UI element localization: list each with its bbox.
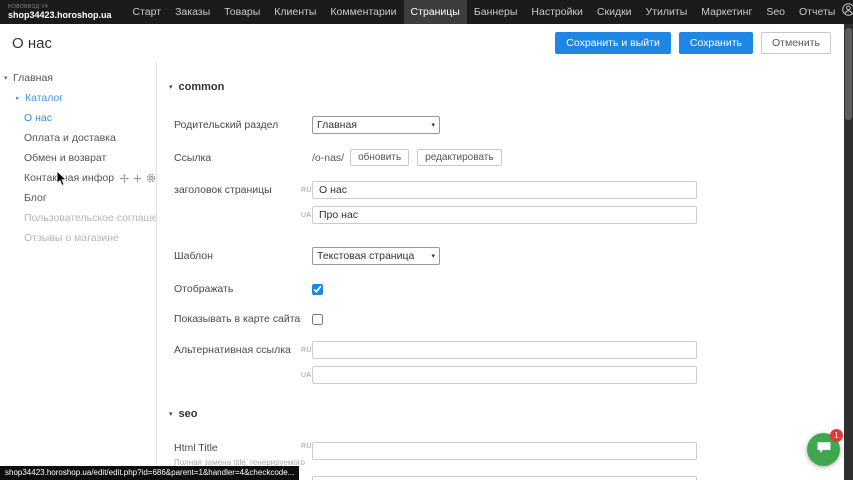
- page-title-ua-input[interactable]: [312, 206, 697, 224]
- add-subpage-icon[interactable]: [133, 174, 142, 183]
- chat-bubble-icon: [816, 440, 832, 460]
- chevron-right-icon[interactable]: ▸: [16, 94, 24, 102]
- tree-item-label: Отзывы о магазине: [24, 232, 119, 244]
- lang-tag-ua: UA: [301, 211, 312, 219]
- lang-tag-ru: RU: [301, 442, 312, 450]
- cancel-button[interactable]: Отменить: [761, 32, 831, 54]
- main-menu: Старт Заказы Товары Клиенты Комментарии …: [126, 0, 843, 24]
- tree-item-label: Оплата и доставка: [24, 132, 116, 144]
- sidebar-item-obmen-i-vozvrat[interactable]: Обмен и возврат: [0, 148, 156, 168]
- menu-item-utility[interactable]: Утилиты: [639, 0, 695, 24]
- parent-section-select[interactable]: Главная: [312, 116, 440, 134]
- alt-link-ru-input[interactable]: [312, 341, 697, 359]
- sidebar-item-glavnaya[interactable]: ▾ Главная: [0, 68, 156, 88]
- page-header: О нас Сохранить и выйти Сохранить Отмени…: [0, 24, 853, 62]
- sidebar-item-oplata-i-dostavka[interactable]: Оплата и доставка: [0, 128, 156, 148]
- logo-version: НОВОВВОД V4: [8, 5, 112, 10]
- pages-tree-sidebar: ▾ Главная ▸ Каталог О нас Оплата и доста…: [0, 62, 157, 480]
- sidebar-item-kontaktnaya-informatsiya[interactable]: Контактная инфор: [0, 168, 156, 188]
- menu-item-seo[interactable]: Seo: [759, 0, 792, 24]
- sidebar-item-otzyvy-o-magazine[interactable]: Отзывы о магазине: [0, 228, 156, 248]
- sitemap-label: Показывать в карте сайта: [174, 313, 312, 325]
- link-refresh-button[interactable]: обновить: [350, 149, 409, 166]
- logo-domain: shop34423.horoshop.ua: [8, 11, 112, 20]
- menu-item-stranitsy[interactable]: Страницы: [404, 0, 467, 24]
- sidebar-item-polzovatelskoe-soglashenie[interactable]: Пользовательское соглашение: [0, 208, 156, 228]
- page-title: О нас: [12, 35, 52, 52]
- tree-item-label: Главная: [13, 72, 53, 84]
- chevron-down-icon[interactable]: ▾: [4, 74, 12, 82]
- display-checkbox[interactable]: [312, 284, 323, 295]
- save-and-exit-button[interactable]: Сохранить и выйти: [555, 32, 671, 54]
- parent-section-label: Родительский раздел: [174, 119, 312, 131]
- alt-link-label: Альтернативная ссылка: [174, 344, 301, 356]
- user-account-icon[interactable]: [842, 3, 853, 21]
- html-title-ru-input[interactable]: [312, 442, 697, 460]
- lang-tag-ru: RU: [301, 346, 312, 354]
- save-button[interactable]: Сохранить: [679, 32, 753, 54]
- tree-item-label: Каталог: [25, 92, 63, 104]
- template-label: Шаблон: [174, 250, 312, 262]
- html-title-label: Html Title: [174, 442, 218, 454]
- tree-item-label: О нас: [24, 112, 52, 124]
- chat-unread-badge: 1: [830, 429, 843, 442]
- menu-item-marketing[interactable]: Маркетинг: [694, 0, 759, 24]
- section-title-common: common: [179, 81, 225, 93]
- menu-item-nastroyki[interactable]: Настройки: [524, 0, 590, 24]
- topbar: НОВОВВОД V4 shop34423.horoshop.ua Старт …: [0, 0, 853, 24]
- section-common-toggle[interactable]: ▾ common: [163, 80, 853, 94]
- page-title-label: заголовок страницы: [174, 184, 301, 196]
- chat-launcher-button[interactable]: 1: [807, 433, 840, 466]
- link-path-value: /o-nas/: [312, 152, 344, 164]
- menu-item-zakazy[interactable]: Заказы: [168, 0, 217, 24]
- menu-item-otchety[interactable]: Отчеты: [792, 0, 842, 24]
- gear-icon[interactable]: [146, 173, 156, 183]
- sidebar-item-blog[interactable]: Блог: [0, 188, 156, 208]
- sidebar-item-o-nas[interactable]: О нас: [0, 108, 156, 128]
- tree-item-label: Обмен и возврат: [24, 152, 106, 164]
- tree-item-label: Контактная инфор: [24, 172, 114, 184]
- scrollbar-thumb[interactable]: [845, 28, 852, 120]
- link-edit-button[interactable]: редактировать: [417, 149, 501, 166]
- lang-tag-ru: RU: [301, 186, 312, 194]
- alt-link-ua-input[interactable]: [312, 366, 697, 384]
- menu-item-start[interactable]: Старт: [126, 0, 169, 24]
- menu-item-bannery[interactable]: Баннеры: [467, 0, 525, 24]
- menu-item-klienty[interactable]: Клиенты: [267, 0, 323, 24]
- status-url-bar: shop34423.horoshop.ua/edit/edit.php?id=6…: [0, 466, 299, 480]
- html-title-ua-input[interactable]: [312, 476, 697, 480]
- menu-item-skidki[interactable]: Скидки: [590, 0, 639, 24]
- section-seo-toggle[interactable]: ▾ seo: [163, 407, 853, 421]
- vertical-scrollbar[interactable]: [844, 24, 853, 480]
- menu-item-tovary[interactable]: Товары: [217, 0, 267, 24]
- sitemap-checkbox[interactable]: [312, 314, 323, 325]
- section-title-seo: seo: [179, 408, 198, 420]
- template-select[interactable]: Текстовая страница: [312, 247, 440, 265]
- link-label: Ссылка: [174, 152, 312, 164]
- sidebar-item-katalog[interactable]: ▸ Каталог: [0, 88, 156, 108]
- tree-item-label: Блог: [24, 192, 47, 204]
- page-edit-form: ▾ common Родительский раздел Главная ▾ С…: [157, 62, 853, 480]
- lang-tag-ua: UA: [301, 371, 312, 379]
- logo[interactable]: НОВОВВОД V4 shop34423.horoshop.ua: [8, 5, 112, 20]
- display-label: Отображать: [174, 283, 312, 295]
- move-icon[interactable]: [120, 174, 129, 183]
- chevron-down-icon: ▾: [169, 410, 173, 418]
- chevron-down-icon: ▾: [169, 83, 173, 91]
- tree-item-label: Пользовательское соглашение: [24, 212, 157, 224]
- page-title-ru-input[interactable]: [312, 181, 697, 199]
- menu-item-kommentarii[interactable]: Комментарии: [323, 0, 403, 24]
